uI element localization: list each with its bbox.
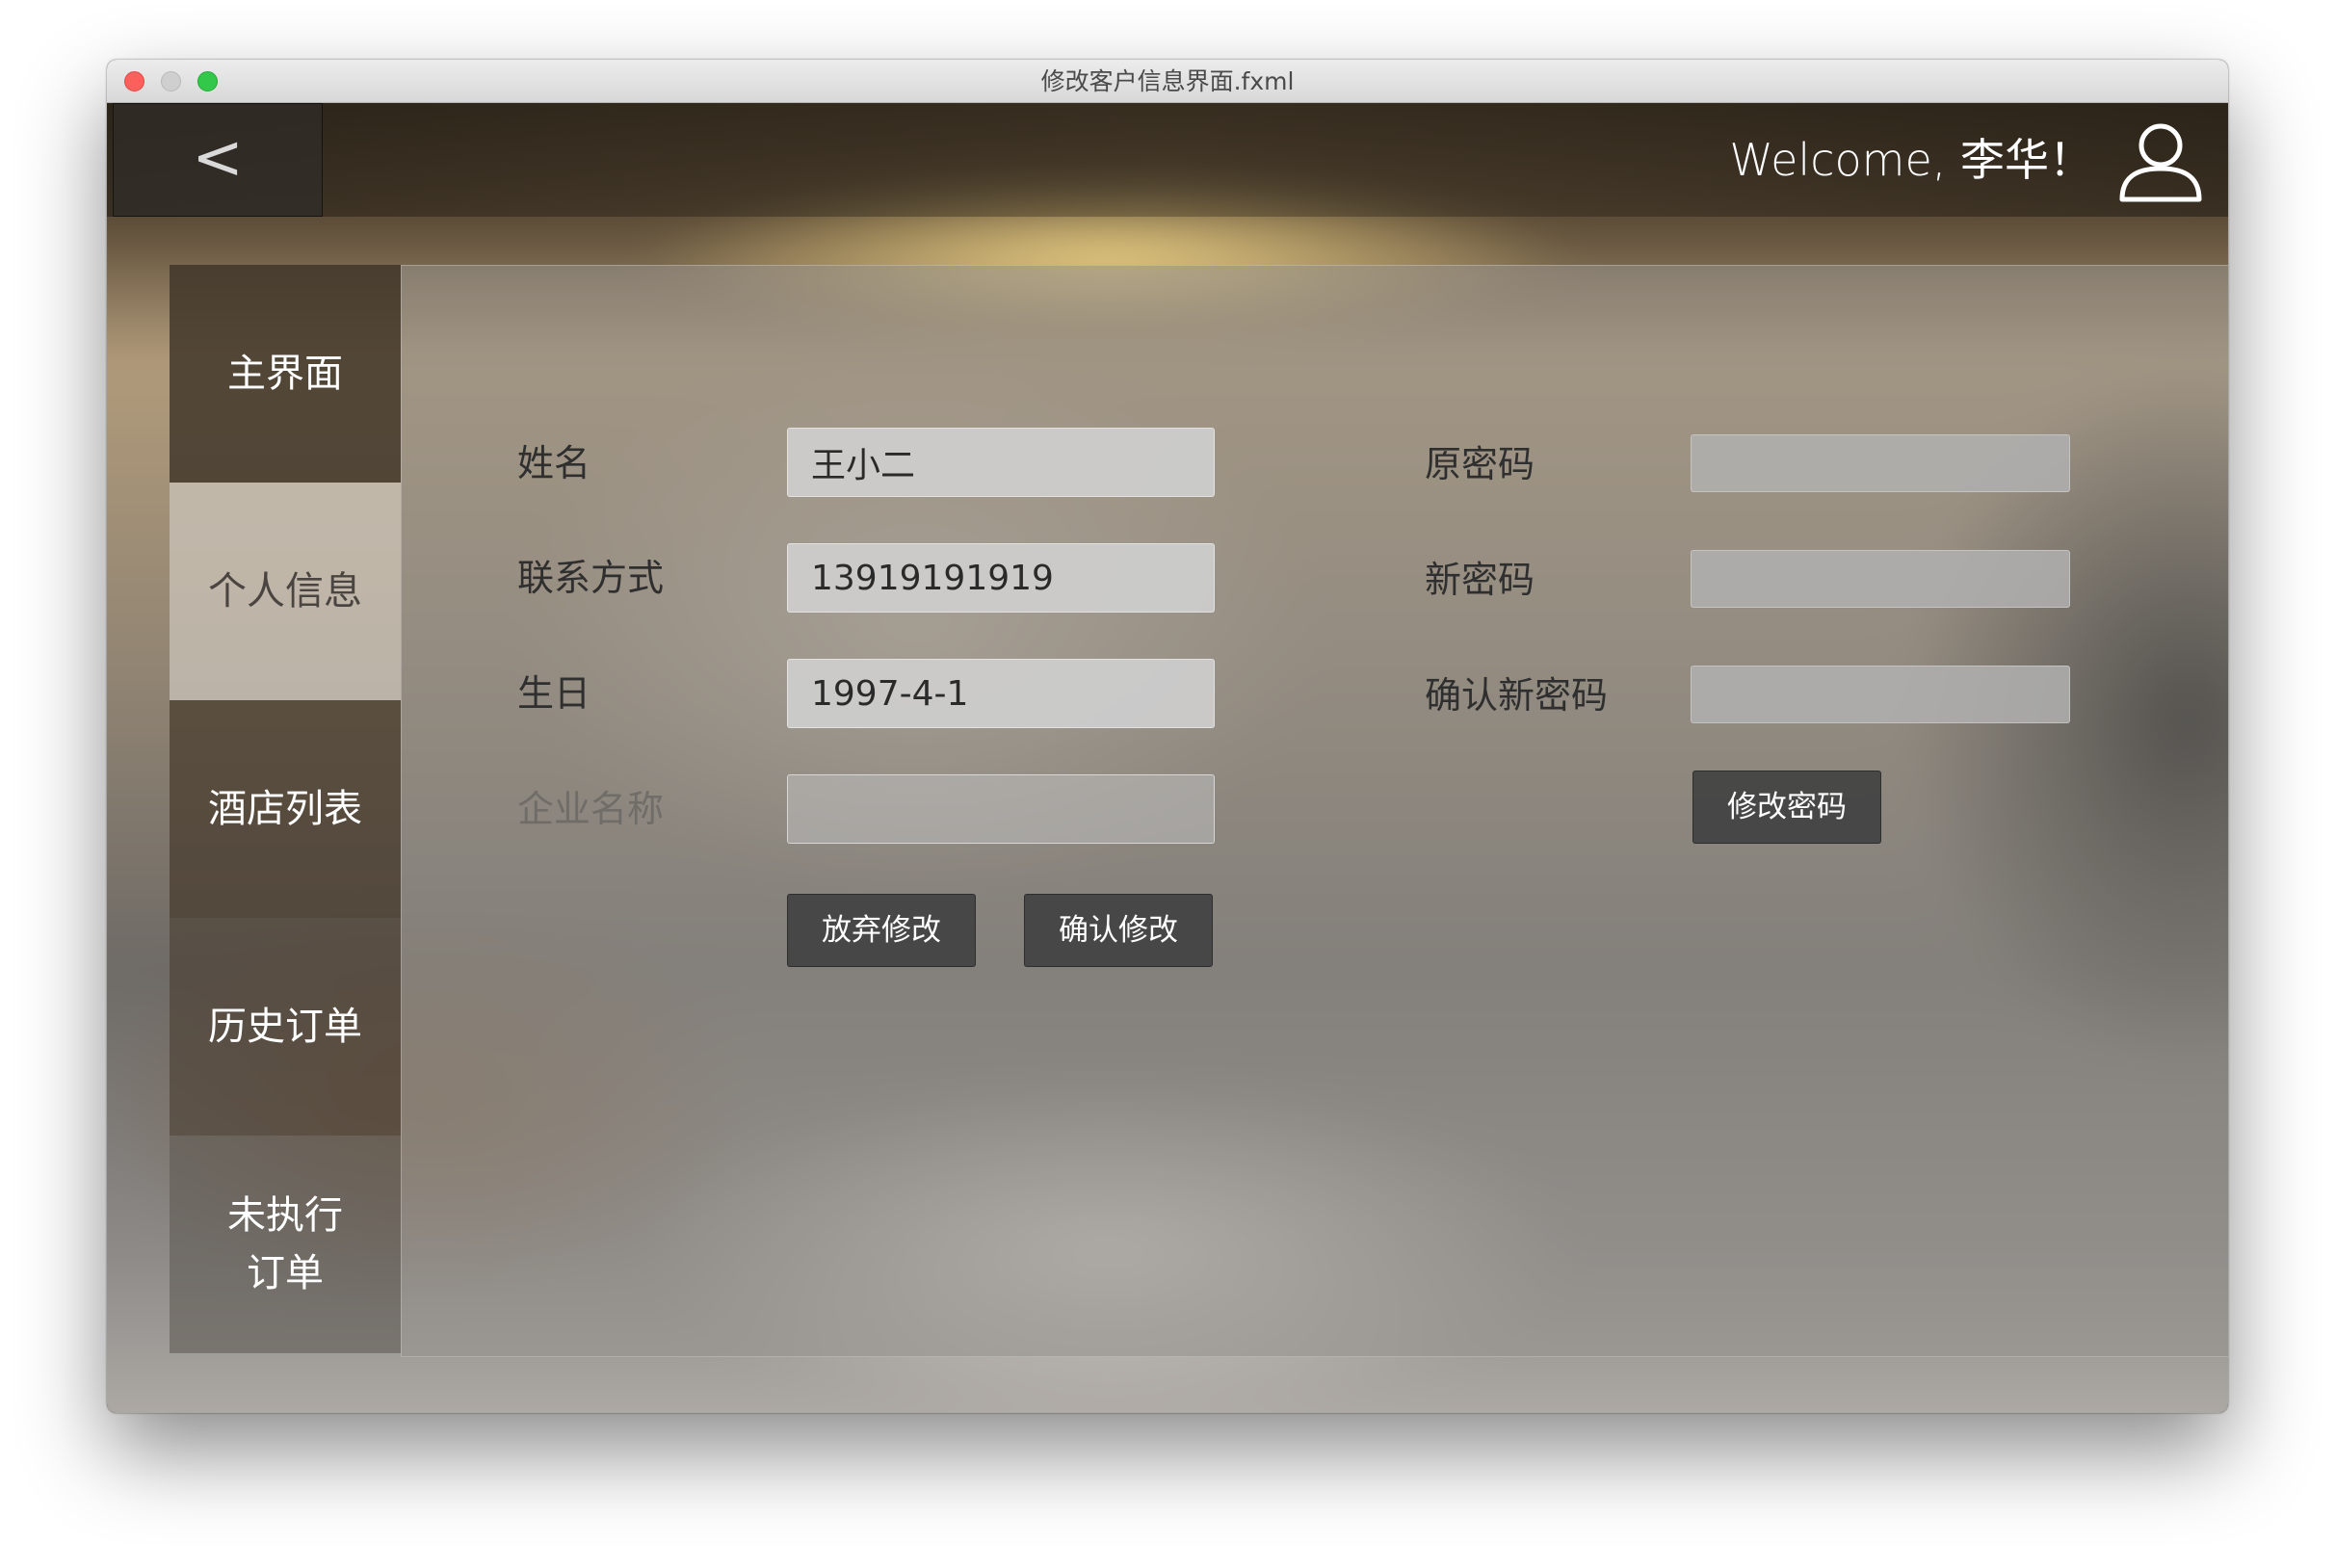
back-button[interactable]: < <box>113 103 323 217</box>
company-field <box>787 774 1215 844</box>
phone-label: 联系方式 <box>517 557 665 599</box>
welcome-text: Welcome, 李华！ <box>1729 134 2093 186</box>
content-area: < Welcome, 李华！ 主界面 个人信息 酒店列表 历史订单 未执行 订单… <box>107 103 2228 1413</box>
title-bar[interactable]: 修改客户信息界面.fxml <box>107 60 2228 103</box>
birthday-label: 生日 <box>517 672 591 715</box>
new-password-label: 新密码 <box>1425 559 1535 601</box>
sidebar-item-personal-info[interactable]: 个人信息 <box>170 483 401 700</box>
name-label: 姓名 <box>517 442 591 484</box>
new-password-field[interactable] <box>1691 550 2070 608</box>
old-password-label: 原密码 <box>1425 443 1535 485</box>
confirm-password-field[interactable] <box>1691 666 2070 723</box>
sidebar-item-home[interactable]: 主界面 <box>170 265 401 483</box>
sidebar-item-hotel-list[interactable]: 酒店列表 <box>170 700 401 918</box>
old-password-field[interactable] <box>1691 434 2070 492</box>
user-icon[interactable] <box>2116 117 2205 205</box>
window-title: 修改客户信息界面.fxml <box>1040 67 1295 95</box>
sidebar-nav: 主界面 个人信息 酒店列表 历史订单 未执行 订单 <box>170 265 401 1353</box>
sidebar-item-order-history[interactable]: 历史订单 <box>170 918 401 1136</box>
phone-field[interactable] <box>787 543 1215 613</box>
info-panel: 姓名 联系方式 生日 企业名称 放弃修改 确认修改 原密码 新密码 确认新密码 … <box>401 265 2228 1357</box>
header-bar: < Welcome, 李华！ <box>107 103 2228 217</box>
birthday-field[interactable] <box>787 659 1215 728</box>
app-window: 修改客户信息界面.fxml < Welcome, 李华！ 主界面 个人信息 酒店… <box>107 60 2228 1413</box>
confirm-edit-button[interactable]: 确认修改 <box>1024 894 1213 967</box>
change-password-button[interactable]: 修改密码 <box>1692 771 1881 844</box>
confirm-password-label: 确认新密码 <box>1425 674 1609 717</box>
company-label: 企业名称 <box>517 788 665 830</box>
name-field[interactable] <box>787 428 1215 497</box>
cancel-edit-button[interactable]: 放弃修改 <box>787 894 976 967</box>
sidebar-item-pending-orders[interactable]: 未执行 订单 <box>170 1136 401 1353</box>
